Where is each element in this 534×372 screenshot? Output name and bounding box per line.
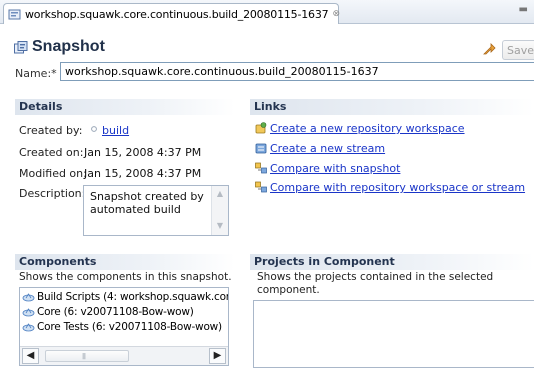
create-repository-workspace-link[interactable]: Create a new repository workspace: [270, 122, 465, 135]
stream-icon: [255, 142, 267, 154]
links-section-header: Links: [250, 99, 534, 115]
save-button[interactable]: Save: [502, 40, 534, 60]
name-field[interactable]: workshop.squawk.core.continuous.build_20…: [60, 62, 534, 81]
editor-tab-bar: workshop.squawk.core.continuous.build_20…: [0, 0, 534, 24]
created-on-label: Created on:: [19, 146, 84, 159]
projects-section-header: Projects in Component: [250, 254, 534, 270]
components-list[interactable]: Build Scripts (4: workshop.squawk.core C…: [19, 287, 229, 366]
scrollbar-thumb[interactable]: |||: [45, 350, 129, 362]
component-label: Core Tests (6: v20071108-Bow-wow): [37, 321, 222, 333]
components-caption: Shows the components in this snapshot.: [19, 271, 232, 283]
created-on-value: Jan 15, 2008 4:37 PM: [84, 146, 202, 159]
close-icon[interactable]: ⊗: [332, 9, 340, 19]
snapshot-icon: [14, 41, 28, 54]
scroll-down-icon[interactable]: ▼: [215, 221, 225, 231]
description-scrollbar[interactable]: ▲ ▼: [211, 186, 228, 235]
compare-icon: [255, 181, 267, 193]
name-label: Name:*: [15, 67, 57, 80]
deliver-arrow-icon[interactable]: [482, 43, 496, 57]
component-icon: [22, 322, 35, 332]
created-by-link[interactable]: build: [102, 124, 129, 137]
description-text: Snapshot created by automated build: [90, 190, 204, 216]
compare-workspace-or-stream-link[interactable]: Compare with repository workspace or str…: [270, 181, 525, 194]
compare-snapshot-link[interactable]: Compare with snapshot: [270, 162, 400, 175]
components-section-header: Components: [15, 254, 235, 270]
created-by-label: Created by:: [19, 124, 83, 137]
component-icon: [22, 307, 35, 317]
list-item[interactable]: Build Scripts (4: workshop.squawk.core: [22, 290, 229, 304]
components-horizontal-scrollbar[interactable]: ◀ ||| ▶: [20, 346, 228, 365]
description-label: Description:: [19, 187, 86, 200]
editor-tab[interactable]: workshop.squawk.core.continuous.build_20…: [3, 3, 340, 24]
user-icon: [88, 124, 100, 136]
description-field[interactable]: Snapshot created by automated build ▲ ▼: [83, 185, 229, 236]
details-section-header: Details: [15, 99, 235, 115]
editor-header: Snapshot Save: [0, 26, 534, 60]
modified-on-label: Modified on:: [19, 167, 87, 180]
component-icon: [22, 292, 35, 302]
page-title: Snapshot: [32, 38, 105, 55]
snapshot-icon: [8, 8, 22, 20]
editor-tab-label: workshop.squawk.core.continuous.build_20…: [25, 7, 329, 21]
minimize-icon[interactable]: ▬: [519, 4, 528, 15]
repository-workspace-icon: [255, 122, 267, 134]
projects-caption: Shows the projects contained in the sele…: [257, 271, 494, 296]
list-item[interactable]: Core Tests (6: v20071108-Bow-wow): [22, 320, 222, 334]
compare-icon: [255, 162, 267, 174]
scroll-right-button[interactable]: ▶: [209, 348, 226, 364]
component-label: Core (6: v20071108-Bow-wow): [37, 306, 194, 318]
modified-on-value: Jan 15, 2008 4:37 PM: [84, 167, 202, 180]
scroll-left-button[interactable]: ◀: [22, 348, 39, 364]
list-item[interactable]: Core (6: v20071108-Bow-wow): [22, 305, 194, 319]
projects-list[interactable]: [253, 300, 534, 368]
component-label: Build Scripts (4: workshop.squawk.core: [37, 291, 229, 303]
create-stream-link[interactable]: Create a new stream: [270, 142, 385, 155]
scroll-up-icon[interactable]: ▲: [215, 189, 225, 199]
